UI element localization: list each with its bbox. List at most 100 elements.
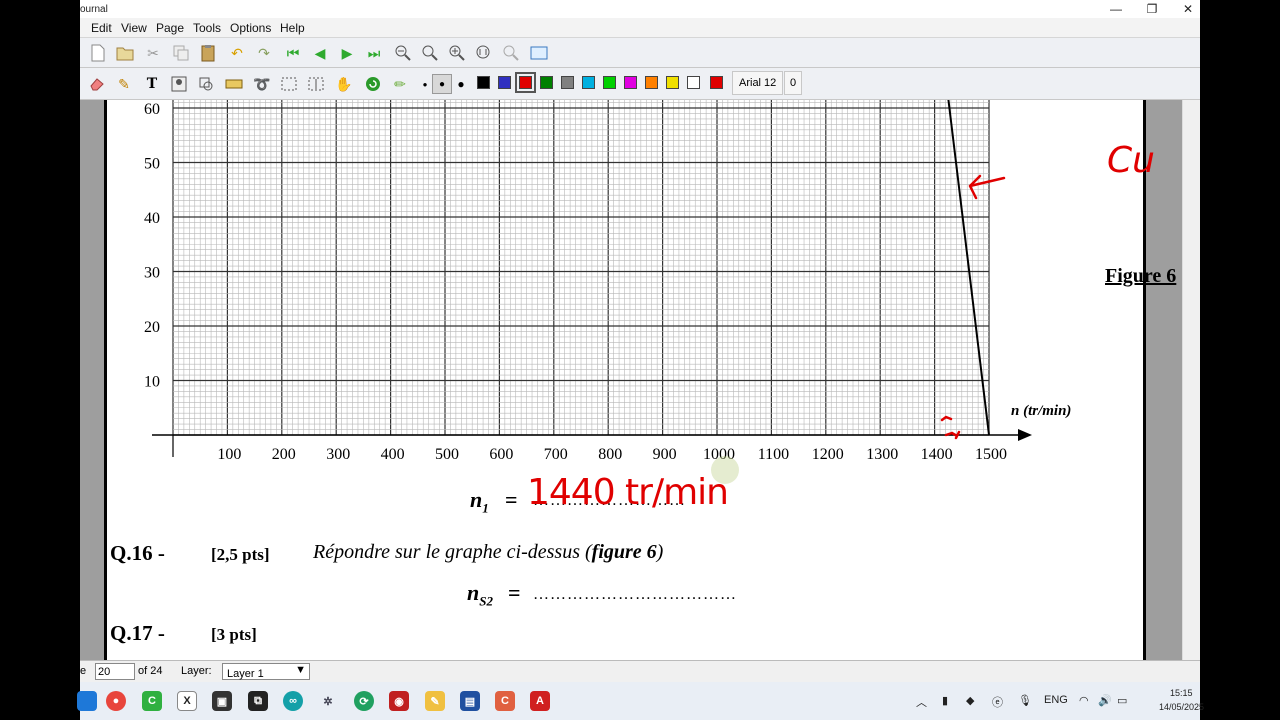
shape-recognizer-icon[interactable] xyxy=(196,74,216,94)
eraser-icon[interactable] xyxy=(87,74,107,94)
wifi-icon[interactable]: ◠ xyxy=(1079,694,1089,707)
current-color-swatch[interactable] xyxy=(710,76,723,89)
ns2-equals: = xyxy=(508,580,521,605)
default-pen-icon[interactable] xyxy=(363,74,383,94)
page-number-input[interactable] xyxy=(95,663,135,680)
status-bar: e of 24 Layer: Layer 1 ▼ xyxy=(80,660,1200,682)
text-tool-icon[interactable]: T xyxy=(142,74,162,94)
language-indicator[interactable]: ENG xyxy=(1044,694,1068,706)
previous-page-icon[interactable]: ◀ xyxy=(310,43,330,63)
menu-help[interactable]: Help xyxy=(280,21,305,35)
color-swatch[interactable] xyxy=(477,76,490,89)
cut-icon[interactable]: ✂ xyxy=(143,43,163,63)
chevron-up-icon[interactable]: ︿ xyxy=(916,694,927,710)
color-swatch[interactable] xyxy=(540,76,553,89)
chevron-down-icon: ▼ xyxy=(295,664,306,676)
hand-icon[interactable]: ✋ xyxy=(334,74,354,94)
document-page[interactable]: 60 50 40 30 20 10 100 200 300 400 500 600 700 800 900 1… xyxy=(104,100,1176,660)
layer-label: Layer: xyxy=(181,665,212,677)
image-tool-icon[interactable] xyxy=(169,74,189,94)
color-swatch[interactable] xyxy=(645,76,658,89)
vertical-scrollbar[interactable] xyxy=(1182,100,1200,660)
pen-settings-icon[interactable]: ✏ xyxy=(390,74,410,94)
color-swatch[interactable] xyxy=(498,76,511,89)
menu-edit[interactable]: Edit xyxy=(91,21,112,35)
copy-icon[interactable] xyxy=(171,43,191,63)
zoom-fit-icon[interactable] xyxy=(420,43,440,63)
last-page-icon[interactable]: ⏭ xyxy=(364,43,384,63)
power-icon[interactable]: ▭ xyxy=(1117,694,1127,707)
fullscreen-icon[interactable] xyxy=(529,43,549,63)
next-page-icon[interactable]: ▶ xyxy=(337,43,357,63)
color-swatch[interactable] xyxy=(687,76,700,89)
battery-icon[interactable]: ▮ xyxy=(942,694,948,707)
first-page-icon[interactable]: ⏮ xyxy=(283,43,303,63)
menu-options[interactable]: Options xyxy=(230,21,271,35)
zoom-in-icon[interactable] xyxy=(447,43,467,63)
color-swatch[interactable] xyxy=(561,76,574,89)
canvas-area[interactable]: 60 50 40 30 20 10 100 200 300 400 500 600 700 800 900 1… xyxy=(80,100,1200,660)
paste-icon[interactable] xyxy=(198,43,218,63)
app-teal-icon[interactable]: ⟳ xyxy=(354,691,374,711)
color-swatch[interactable] xyxy=(515,72,536,93)
app-dark-icon[interactable]: ▣ xyxy=(212,691,232,711)
zoom-width-icon[interactable] xyxy=(474,43,494,63)
font-size-field[interactable]: 0 xyxy=(784,71,803,95)
zoom-out-icon[interactable] xyxy=(393,43,413,63)
y-tick-label: 50 xyxy=(144,156,160,173)
pdf-icon[interactable]: A xyxy=(530,691,550,711)
speaker-icon[interactable]: 🔊 xyxy=(1098,694,1112,707)
clock-date[interactable]: 14/05/2025 xyxy=(1159,702,1204,712)
network-drive-icon[interactable]: ◆ xyxy=(966,694,974,707)
new-page-icon[interactable] xyxy=(88,43,108,63)
start-icon[interactable] xyxy=(77,691,97,711)
ns2-label: nS2 xyxy=(467,580,493,609)
chrome-icon[interactable]: ● xyxy=(106,691,126,711)
app-code-icon[interactable]: ⧉ xyxy=(248,691,268,711)
app-green-icon[interactable]: C xyxy=(142,691,162,711)
close-button[interactable]: ✕ xyxy=(1176,1,1200,17)
thick-dot-icon[interactable]: ● xyxy=(451,74,471,94)
lasso-icon[interactable]: ➰ xyxy=(252,74,272,94)
spider-icon[interactable]: ✲ xyxy=(318,691,338,711)
app-tray-icon[interactable]: ⓔ xyxy=(992,694,1003,710)
microphone-icon[interactable]: 🎙 xyxy=(1018,694,1032,707)
n1-equals: = xyxy=(505,487,518,512)
pen-icon[interactable]: ✎ xyxy=(114,74,134,94)
q16-instruction: Répondre sur le graphe ci-dessus (figure… xyxy=(313,541,664,563)
open-icon[interactable] xyxy=(115,43,135,63)
layer-select[interactable]: Layer 1 ▼ xyxy=(222,663,310,680)
taskbar: ● C X ▣ ⧉ ∞ ✲ ⟳ ◉ ✎ ▤ C A ︿ ▮ ◆ ⓔ 🎙 ENG … xyxy=(77,682,1204,720)
menu-page[interactable]: Page xyxy=(156,21,184,35)
zoom-page-icon[interactable] xyxy=(501,43,521,63)
menu-tools[interactable]: Tools xyxy=(193,21,221,35)
undo-icon[interactable]: ↶ xyxy=(227,43,247,63)
redo-icon[interactable]: ↷ xyxy=(254,43,274,63)
ruler-icon[interactable] xyxy=(224,74,244,94)
app-yellow-icon[interactable]: ✎ xyxy=(425,691,445,711)
menu-view[interactable]: View xyxy=(121,21,147,35)
figure-label: Figure 6 xyxy=(1105,265,1177,287)
restore-button[interactable]: ❐ xyxy=(1140,1,1164,17)
window-title: ournal xyxy=(80,4,108,15)
vertical-space-icon[interactable] xyxy=(306,74,326,94)
color-swatch[interactable] xyxy=(582,76,595,89)
medium-dot-icon[interactable]: ● xyxy=(432,74,452,94)
menu-bar: Edit View Page Tools Options Help xyxy=(80,18,1200,38)
app-red-icon[interactable]: ◉ xyxy=(389,691,409,711)
arduino-icon[interactable]: ∞ xyxy=(283,691,303,711)
main-toolbar: ✂ ↶ ↷ ⏮ ◀ ▶ ⏭ xyxy=(80,38,1200,68)
xournal-icon[interactable]: X xyxy=(177,691,197,711)
x-tick-label: 500 xyxy=(435,446,459,463)
minimize-button[interactable]: — xyxy=(1104,1,1128,17)
color-swatch[interactable] xyxy=(603,76,616,89)
font-selector[interactable]: Arial 12 xyxy=(732,71,784,95)
clock-time[interactable]: 15:15 xyxy=(1170,688,1193,698)
select-rect-icon[interactable] xyxy=(279,74,299,94)
x-tick-label: 1400 xyxy=(921,446,953,463)
app-blue-icon[interactable]: ▤ xyxy=(460,691,480,711)
ns2-dots: ……………………………… xyxy=(533,586,737,603)
app-orange-icon[interactable]: C xyxy=(495,691,515,711)
color-swatch[interactable] xyxy=(624,76,637,89)
color-swatch[interactable] xyxy=(666,76,679,89)
